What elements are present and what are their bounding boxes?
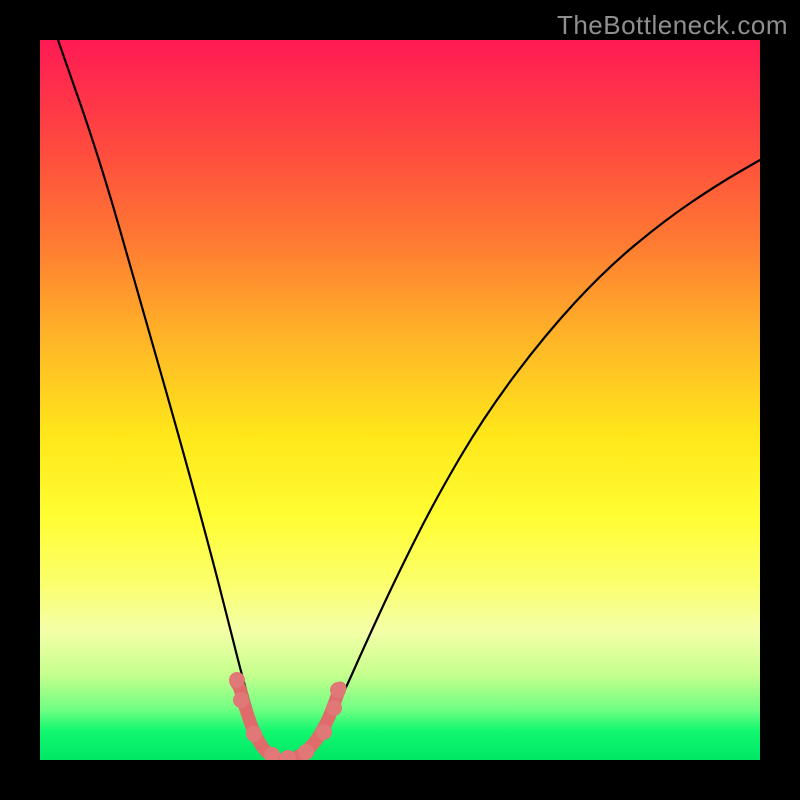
scatter-point-5 (298, 744, 314, 760)
scatter-point-6 (316, 724, 332, 740)
scatter-point-2 (246, 726, 262, 742)
arc-layer (236, 682, 340, 760)
series-left-curve (58, 40, 286, 760)
scatter-point-0 (229, 672, 245, 688)
chart-svg (40, 40, 760, 760)
curve-layer (58, 40, 760, 760)
scatter-point-1 (233, 692, 249, 708)
series-bottom-arc (236, 682, 340, 760)
scatter-point-4 (280, 750, 296, 760)
series-right-curve (286, 160, 760, 760)
scatter-point-7 (326, 700, 342, 716)
chart-plot-area (40, 40, 760, 760)
scatter-point-8 (330, 682, 346, 698)
chart-frame: TheBottleneck.com (0, 0, 800, 800)
watermark-text: TheBottleneck.com (557, 10, 788, 41)
